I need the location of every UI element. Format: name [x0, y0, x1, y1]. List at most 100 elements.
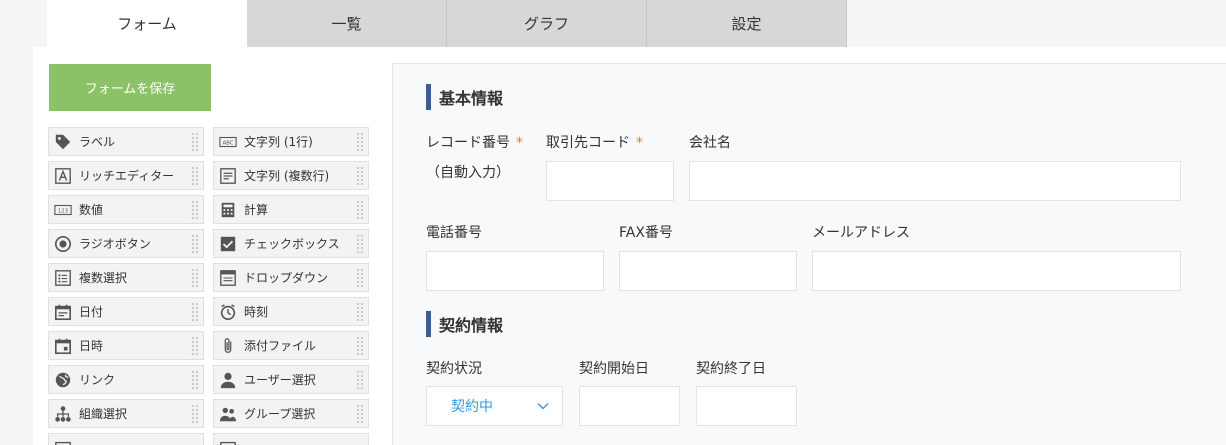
drag-handle[interactable]	[191, 404, 199, 424]
section-bar	[426, 311, 431, 337]
tab-list[interactable]: 一覧	[247, 0, 447, 47]
palette-item-text: ラベル	[79, 135, 116, 149]
section-title-contract: 契約情報	[426, 311, 503, 337]
number-icon: 123	[53, 200, 73, 220]
palette-item-text: リンク	[79, 373, 116, 387]
palette-item-text: 文字列 (1行)	[244, 135, 313, 149]
drag-handle[interactable]	[356, 132, 364, 152]
palette-item-text: 組織選択	[79, 407, 128, 421]
palette-item-multi-select[interactable]: 複数選択	[48, 263, 204, 292]
phone-input[interactable]	[426, 251, 604, 291]
drag-handle[interactable]	[191, 302, 199, 322]
group-icon	[218, 404, 238, 424]
palette-item-text: 時刻	[244, 305, 269, 319]
palette-item-user-select[interactable]: ユーザー選択	[213, 365, 369, 394]
form-layout-canvas: 基本情報 レコード番号 * （自動入力） 取引先コード * 会社名 電話番号 FAX…	[392, 63, 1226, 445]
palette-item-datetime[interactable]: 日時	[48, 331, 204, 360]
palette-item-link[interactable]: リンク	[48, 365, 204, 394]
palette-item-single-line-text[interactable]: ABC 文字列 (1行)	[213, 127, 369, 156]
section-title-text: 基本情報	[439, 89, 504, 108]
abc-icon: ABC	[218, 132, 238, 152]
palette-item-text: 添付ファイル	[244, 339, 317, 353]
section-title-basic: 基本情報	[426, 84, 503, 110]
rich-editor-icon	[53, 166, 73, 186]
palette-item-dropdown[interactable]: ドロップダウン	[213, 263, 369, 292]
palette-item-calculation[interactable]: 計算	[213, 195, 369, 224]
palette-item-text: 日時	[79, 339, 104, 353]
fax-label: FAX番号	[619, 225, 673, 241]
drag-handle[interactable]	[356, 302, 364, 322]
contract-end-label: 契約終了日	[696, 361, 766, 377]
calendar-icon	[53, 302, 73, 322]
palette-item-partial[interactable]	[48, 433, 204, 445]
palette-item-org-select[interactable]: 組織選択	[48, 399, 204, 428]
multi-select-icon	[53, 268, 73, 288]
drag-handle[interactable]	[191, 370, 199, 390]
checkbox-icon	[218, 234, 238, 254]
svg-text:123: 123	[58, 208, 68, 214]
drag-handle[interactable]	[356, 404, 364, 424]
drag-handle[interactable]	[356, 166, 364, 186]
palette-item-rich-editor[interactable]: リッチエディター	[48, 161, 204, 190]
palette-item-text: グループ選択	[244, 407, 316, 421]
tab-graph[interactable]: グラフ	[447, 0, 647, 47]
palette-item-date[interactable]: 日付	[48, 297, 204, 326]
email-label: メールアドレス	[812, 225, 910, 241]
drag-handle[interactable]	[191, 234, 199, 254]
chevron-down-icon	[537, 403, 549, 410]
contract-start-input[interactable]	[579, 386, 680, 426]
palette-item-text: 日付	[79, 305, 104, 319]
palette-item-radio[interactable]: ラジオボタン	[48, 229, 204, 258]
drag-handle[interactable]	[191, 200, 199, 220]
contract-start-label: 契約開始日	[579, 361, 649, 377]
palette-item-multi-line-text[interactable]: 文字列 (複数行)	[213, 161, 369, 190]
paperclip-icon	[218, 336, 238, 356]
org-icon	[53, 404, 73, 424]
tab-bar: フォーム 一覧 グラフ 設定	[47, 0, 847, 47]
record-number-auto-text: （自動入力）	[426, 165, 510, 181]
company-name-input[interactable]	[689, 161, 1181, 201]
tag-icon	[53, 132, 73, 152]
globe-icon	[53, 370, 73, 390]
clock-icon	[218, 302, 238, 322]
palette-item-attachment[interactable]: 添付ファイル	[213, 331, 369, 360]
dropdown-icon	[218, 268, 238, 288]
drag-handle[interactable]	[191, 336, 199, 356]
palette-item-partial[interactable]	[213, 433, 369, 445]
contract-status-select[interactable]: 契約中	[426, 386, 563, 426]
tab-settings[interactable]: 設定	[647, 0, 847, 47]
palette-item-text: リッチエディター	[79, 169, 175, 183]
contract-end-input[interactable]	[696, 386, 797, 426]
drag-handle[interactable]	[191, 268, 199, 288]
drag-handle[interactable]	[356, 234, 364, 254]
client-code-label: 取引先コード *	[546, 132, 643, 152]
palette-item-label[interactable]: ラベル	[48, 127, 204, 156]
palette-item-group-select[interactable]: グループ選択	[213, 399, 369, 428]
datetime-icon	[53, 336, 73, 356]
tab-form[interactable]: フォーム	[47, 0, 247, 47]
required-mark: *	[516, 135, 523, 151]
record-number-label-text: レコード番号	[426, 135, 510, 151]
drag-handle[interactable]	[191, 132, 199, 152]
email-input[interactable]	[812, 251, 1181, 291]
drag-handle[interactable]	[191, 166, 199, 186]
svg-text:ABC: ABC	[222, 140, 233, 146]
client-code-input[interactable]	[546, 161, 674, 201]
contract-status-value: 契約中	[451, 399, 493, 415]
save-form-button[interactable]: フォームを保存	[49, 64, 211, 111]
drag-handle[interactable]	[356, 370, 364, 390]
drag-handle[interactable]	[356, 200, 364, 220]
radio-icon	[53, 234, 73, 254]
palette-item-number[interactable]: 123 数値	[48, 195, 204, 224]
client-code-label-text: 取引先コード	[546, 135, 630, 151]
palette-item-checkbox[interactable]: チェックボックス	[213, 229, 369, 258]
calculator-icon	[218, 200, 238, 220]
palette-item-time[interactable]: 時刻	[213, 297, 369, 326]
fax-input[interactable]	[619, 251, 797, 291]
multiline-text-icon	[218, 166, 238, 186]
palette-item-text: 複数選択	[79, 271, 128, 285]
drag-handle[interactable]	[356, 268, 364, 288]
drag-handle[interactable]	[356, 336, 364, 356]
form-editor-panel: フォームを保存 ラベル ABC 文字列 (1行) リッチエディター 文字列 (複…	[33, 47, 1226, 445]
phone-label: 電話番号	[426, 225, 482, 241]
